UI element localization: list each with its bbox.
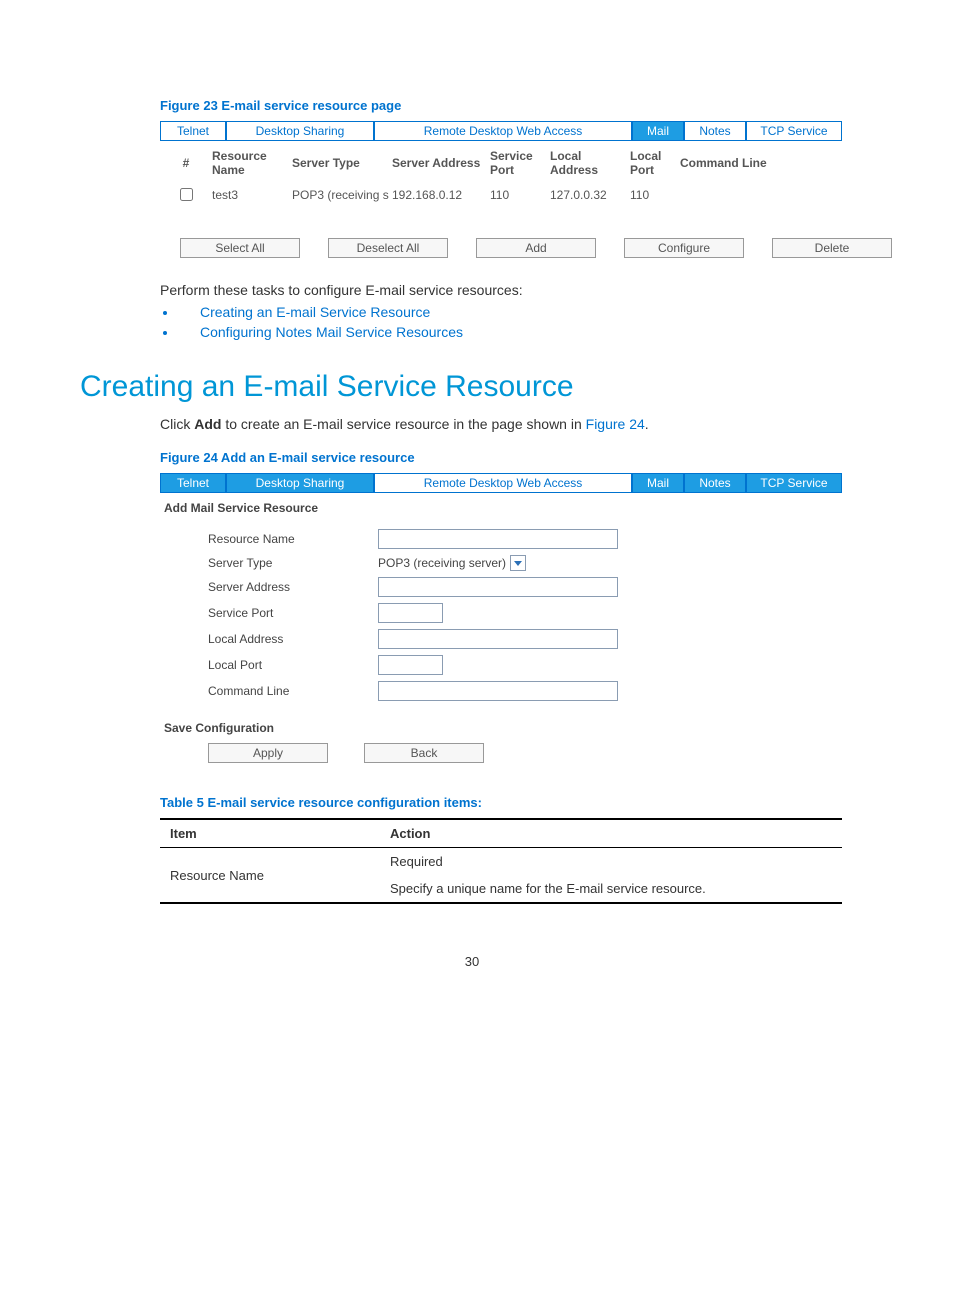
th-action: Action bbox=[380, 819, 842, 848]
label-local-address: Local Address bbox=[160, 632, 378, 646]
tab-mail[interactable]: Mail bbox=[631, 474, 683, 492]
label-resource-name: Resource Name bbox=[160, 532, 378, 546]
label-server-address: Server Address bbox=[160, 580, 378, 594]
link-figure24[interactable]: Figure 24 bbox=[586, 416, 645, 432]
row-checkbox-wrap bbox=[160, 185, 212, 204]
cell-server-address: 192.168.0.12 bbox=[392, 188, 490, 202]
fig24-tabs: Telnet Desktop Sharing Remote Desktop We… bbox=[160, 473, 842, 493]
task-links: Creating an E-mail Service Resource Conf… bbox=[178, 304, 864, 340]
delete-button[interactable]: Delete bbox=[772, 238, 892, 258]
resource-name-input[interactable] bbox=[378, 529, 618, 549]
td-item: Resource Name bbox=[160, 848, 380, 904]
fig23-tabs: Telnet Desktop Sharing Remote Desktop We… bbox=[160, 121, 842, 141]
back-button[interactable]: Back bbox=[364, 743, 484, 763]
table5: Item Action Resource Name Required Speci… bbox=[160, 818, 842, 904]
text-fragment: . bbox=[645, 416, 649, 432]
fig23-button-row: Select All Deselect All Add Configure De… bbox=[180, 238, 842, 258]
table-row: test3 POP3 (receiving s 192.168.0.12 110… bbox=[160, 181, 842, 208]
cell-local-address: 127.0.0.32 bbox=[550, 188, 630, 202]
col-service-port: Service Port bbox=[490, 149, 550, 177]
text-fragment: to create an E-mail service resource in … bbox=[221, 416, 585, 432]
local-port-input[interactable] bbox=[378, 655, 443, 675]
command-line-input[interactable] bbox=[378, 681, 618, 701]
text-fragment: Click bbox=[160, 416, 194, 432]
fig24-button-row: Apply Back bbox=[208, 743, 842, 767]
label-service-port: Service Port bbox=[160, 606, 378, 620]
text-bold-add: Add bbox=[194, 416, 221, 432]
local-address-input[interactable] bbox=[378, 629, 618, 649]
tab-mail[interactable]: Mail bbox=[631, 122, 683, 140]
col-server-type: Server Type bbox=[292, 156, 392, 170]
td-action-1: Required bbox=[380, 848, 842, 876]
service-port-input[interactable] bbox=[378, 603, 443, 623]
tab-remote-desktop-web-access[interactable]: Remote Desktop Web Access bbox=[373, 122, 631, 140]
col-local-port: Local Port bbox=[630, 149, 680, 177]
configure-button[interactable]: Configure bbox=[624, 238, 744, 258]
cell-service-port: 110 bbox=[490, 188, 550, 202]
tab-tcp-service[interactable]: TCP Service bbox=[745, 474, 841, 492]
col-command-line: Command Line bbox=[680, 156, 842, 170]
add-button[interactable]: Add bbox=[476, 238, 596, 258]
col-local-address: Local Address bbox=[550, 149, 630, 177]
tab-telnet[interactable]: Telnet bbox=[161, 474, 225, 492]
tab-remote-desktop-web-access[interactable]: Remote Desktop Web Access bbox=[373, 474, 631, 492]
figure23-caption: Figure 23 E-mail service resource page bbox=[160, 98, 864, 113]
cell-resource-name: test3 bbox=[212, 188, 292, 202]
tab-desktop-sharing[interactable]: Desktop Sharing bbox=[225, 122, 373, 140]
tab-desktop-sharing[interactable]: Desktop Sharing bbox=[225, 474, 373, 492]
server-type-select[interactable]: POP3 (receiving server) bbox=[378, 555, 526, 571]
figure24-panel: Telnet Desktop Sharing Remote Desktop We… bbox=[160, 473, 842, 767]
label-command-line: Command Line bbox=[160, 684, 378, 698]
label-local-port: Local Port bbox=[160, 658, 378, 672]
chevron-down-icon[interactable] bbox=[510, 555, 526, 571]
link-creating-email[interactable]: Creating an E-mail Service Resource bbox=[200, 304, 430, 320]
tab-notes[interactable]: Notes bbox=[683, 122, 745, 140]
form-title: Add Mail Service Resource bbox=[160, 493, 842, 523]
link-configuring-notes[interactable]: Configuring Notes Mail Service Resources bbox=[200, 324, 463, 340]
tab-telnet[interactable]: Telnet bbox=[161, 122, 225, 140]
tab-notes[interactable]: Notes bbox=[683, 474, 745, 492]
apply-button[interactable]: Apply bbox=[208, 743, 328, 763]
th-item: Item bbox=[160, 819, 380, 848]
label-server-type: Server Type bbox=[160, 556, 378, 570]
fig23-grid: # Resource Name Server Type Server Addre… bbox=[160, 145, 842, 208]
figure24-caption: Figure 24 Add an E-mail service resource bbox=[160, 450, 864, 465]
table5-caption: Table 5 E-mail service resource configur… bbox=[160, 795, 864, 810]
server-address-input[interactable] bbox=[378, 577, 618, 597]
section-heading: Creating an E-mail Service Resource bbox=[80, 370, 864, 404]
row-checkbox[interactable] bbox=[180, 188, 193, 201]
intro-text: Perform these tasks to configure E-mail … bbox=[160, 282, 864, 298]
cell-server-type: POP3 (receiving s bbox=[292, 188, 392, 202]
tab-tcp-service[interactable]: TCP Service bbox=[745, 122, 841, 140]
figure23-panel: Telnet Desktop Sharing Remote Desktop We… bbox=[160, 121, 842, 258]
server-type-value: POP3 (receiving server) bbox=[378, 556, 506, 570]
save-configuration-heading: Save Configuration bbox=[160, 707, 842, 743]
click-add-text: Click Add to create an E-mail service re… bbox=[160, 416, 864, 432]
deselect-all-button[interactable]: Deselect All bbox=[328, 238, 448, 258]
cell-local-port: 110 bbox=[630, 188, 680, 202]
col-checkbox: # bbox=[160, 156, 212, 170]
col-server-address: Server Address bbox=[392, 156, 490, 170]
col-resource-name: Resource Name bbox=[212, 149, 292, 177]
td-action-2: Specify a unique name for the E-mail ser… bbox=[380, 875, 842, 903]
page-number: 30 bbox=[80, 954, 864, 969]
select-all-button[interactable]: Select All bbox=[180, 238, 300, 258]
